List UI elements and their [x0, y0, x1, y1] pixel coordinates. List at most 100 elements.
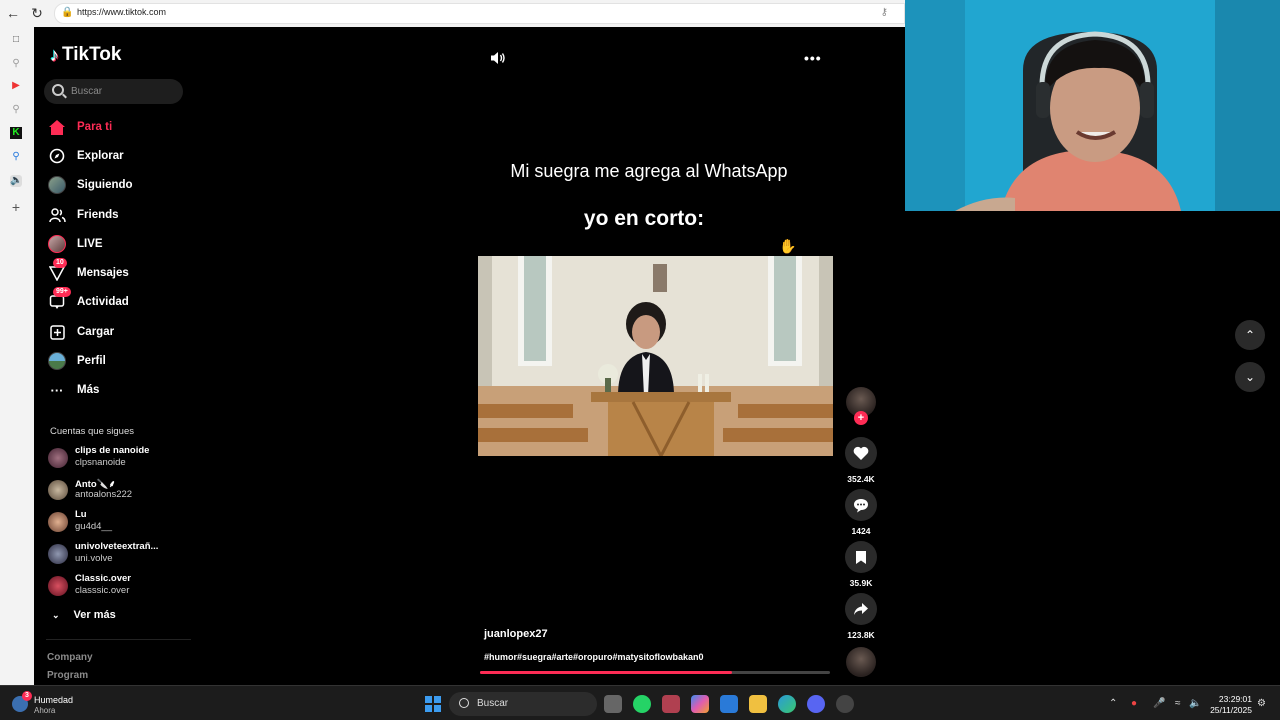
- account-handle: classsic.over: [75, 585, 130, 596]
- chevron-down-icon: ⌄: [1244, 370, 1256, 384]
- video-progress-bar[interactable]: [480, 671, 830, 674]
- taskbar: 3 Humedad Ahora Buscar ⌃ ● 🎤 ≈ 🔈 ⚙ 23:29…: [0, 685, 1280, 720]
- next-creator-avatar[interactable]: [846, 647, 876, 677]
- windows-start-icon[interactable]: [425, 696, 441, 712]
- app-icon-2[interactable]: [836, 695, 854, 713]
- microphone-icon[interactable]: 🎤: [1153, 698, 1165, 709]
- youtube-tab-icon[interactable]: ▶: [10, 80, 22, 92]
- nav-item-perfil[interactable]: Perfil: [48, 350, 188, 372]
- account-name: Lu: [75, 509, 87, 520]
- streamer-webcam-image: [905, 0, 1280, 211]
- search-input[interactable]: Buscar: [44, 79, 183, 104]
- nav-item-para-ti[interactable]: Para ti: [48, 116, 188, 138]
- friends-icon: [48, 206, 66, 224]
- following-account[interactable]: clips de nanoide clpsnanoide: [48, 445, 188, 471]
- store-icon[interactable]: [720, 695, 738, 713]
- wifi-icon[interactable]: ≈: [1175, 698, 1181, 709]
- next-video-button[interactable]: ⌄: [1235, 362, 1265, 392]
- weather-badge: 3: [22, 691, 32, 701]
- tabs-icon[interactable]: □: [10, 34, 22, 46]
- previous-video-button[interactable]: ⌃: [1235, 320, 1265, 350]
- copilot-icon[interactable]: [691, 695, 709, 713]
- video-author[interactable]: juanlopex27: [484, 628, 548, 640]
- more-dots-icon: ···: [50, 382, 64, 398]
- nav-item-siguiendo[interactable]: Siguiendo: [48, 174, 188, 196]
- video-player[interactable]: ••• Mi suegra me agrega al WhatsApp yo e…: [194, 27, 905, 685]
- task-view-icon[interactable]: [604, 695, 622, 713]
- comment-icon: [854, 498, 868, 512]
- app-icon[interactable]: [662, 695, 680, 713]
- browser-toolbar: ← ↻ 🔒 https://www.tiktok.com ⚷: [0, 0, 905, 27]
- comment-button[interactable]: [845, 489, 877, 521]
- new-tab-icon[interactable]: +: [10, 200, 22, 214]
- nav-item-friends[interactable]: Friends: [48, 204, 188, 226]
- see-more-button[interactable]: ⌄ Ver más: [52, 609, 116, 621]
- account-name: univolveteextrañ...: [75, 541, 159, 552]
- share-button[interactable]: [845, 593, 877, 625]
- footer-link-company[interactable]: Company: [47, 652, 93, 663]
- following-account[interactable]: Anto🔪⸙ antoalons222: [48, 477, 188, 503]
- following-account[interactable]: Lu gu4d4__: [48, 509, 188, 535]
- speaker-tab-icon[interactable]: 🔈: [10, 175, 22, 187]
- account-name: clips de nanoide: [75, 445, 150, 456]
- messages-badge: 10: [53, 258, 67, 268]
- tiktok-logo[interactable]: ♪ TikTok: [50, 44, 121, 66]
- key-icon[interactable]: ⚷: [881, 7, 888, 18]
- search-tab-icon-3[interactable]: ⚲: [10, 151, 22, 163]
- reload-icon[interactable]: ↻: [28, 4, 46, 22]
- following-account[interactable]: univolveteextrañ... uni.volve: [48, 541, 188, 567]
- nav-label: Perfil: [77, 355, 106, 367]
- clock-date[interactable]: 25/11/2025: [1200, 705, 1252, 715]
- nav-item-explorar[interactable]: Explorar: [48, 145, 188, 167]
- file-explorer-icon[interactable]: [749, 695, 767, 713]
- nav-label: Mensajes: [77, 267, 129, 279]
- following-account[interactable]: Classic.over classsic.over: [48, 573, 188, 599]
- volume-icon[interactable]: [490, 51, 506, 65]
- account-name: Classic.over: [75, 573, 131, 584]
- nav-label: Cargar: [77, 326, 115, 338]
- chevron-up-icon[interactable]: ⌃: [1109, 698, 1117, 709]
- nav-item-mensajes[interactable]: 10 Mensajes: [48, 258, 188, 284]
- kick-tab-icon[interactable]: K: [10, 127, 22, 139]
- whatsapp-icon[interactable]: [633, 695, 651, 713]
- tiktok-sidebar: ♪ TikTok Buscar Para ti Explorar Siguien…: [34, 27, 194, 685]
- nav-item-actividad[interactable]: 99+ Actividad: [48, 287, 188, 313]
- like-button[interactable]: [845, 437, 877, 469]
- address-bar[interactable]: 🔒 https://www.tiktok.com ⚷: [54, 3, 905, 24]
- see-more-label: Ver más: [73, 609, 116, 621]
- video-hashtags[interactable]: #humor#suegra#arte#oropuro#matysitoflowb…: [484, 652, 704, 662]
- taskbar-search-label: Buscar: [477, 698, 509, 709]
- follow-plus-icon[interactable]: +: [854, 411, 868, 425]
- activity-icon: 99+: [48, 287, 71, 311]
- notification-icon[interactable]: ⚙: [1257, 698, 1266, 709]
- nav-item-live[interactable]: LIVE: [48, 233, 188, 255]
- footer-link-program[interactable]: Program: [47, 670, 88, 681]
- taskbar-search[interactable]: Buscar: [449, 692, 597, 716]
- search-tab-icon-2[interactable]: ⚲: [10, 104, 22, 116]
- account-handle: uni.volve: [75, 553, 113, 564]
- edge-browser-icon[interactable]: [778, 695, 796, 713]
- video-frame[interactable]: [478, 256, 833, 456]
- nav-item-cargar[interactable]: Cargar: [48, 321, 188, 343]
- nav-label: Actividad: [77, 296, 129, 308]
- discord-icon[interactable]: [807, 695, 825, 713]
- avatar: [48, 448, 68, 468]
- weather-title: Humedad: [34, 695, 74, 705]
- video-progress-fill: [480, 671, 732, 674]
- save-button[interactable]: [845, 541, 877, 573]
- tray-app-icon[interactable]: ●: [1131, 698, 1137, 709]
- tiktok-logo-text: TikTok: [62, 44, 122, 65]
- back-arrow-icon[interactable]: ←: [4, 4, 22, 22]
- search-placeholder: Buscar: [71, 86, 103, 97]
- more-options-icon[interactable]: •••: [804, 50, 822, 66]
- like-count: 352.4K: [847, 474, 875, 484]
- clock-time[interactable]: 23:29:01: [1208, 694, 1252, 704]
- url-text: https://www.tiktok.com: [77, 7, 167, 17]
- profile-avatar-icon: [48, 352, 66, 370]
- avatar: [48, 512, 68, 532]
- search-tab-icon[interactable]: ⚲: [10, 58, 22, 70]
- lock-icon: 🔒: [61, 7, 74, 18]
- nav-label: Para ti: [77, 121, 113, 133]
- compass-icon: [48, 147, 66, 165]
- nav-item-mas[interactable]: ··· Más: [48, 379, 188, 401]
